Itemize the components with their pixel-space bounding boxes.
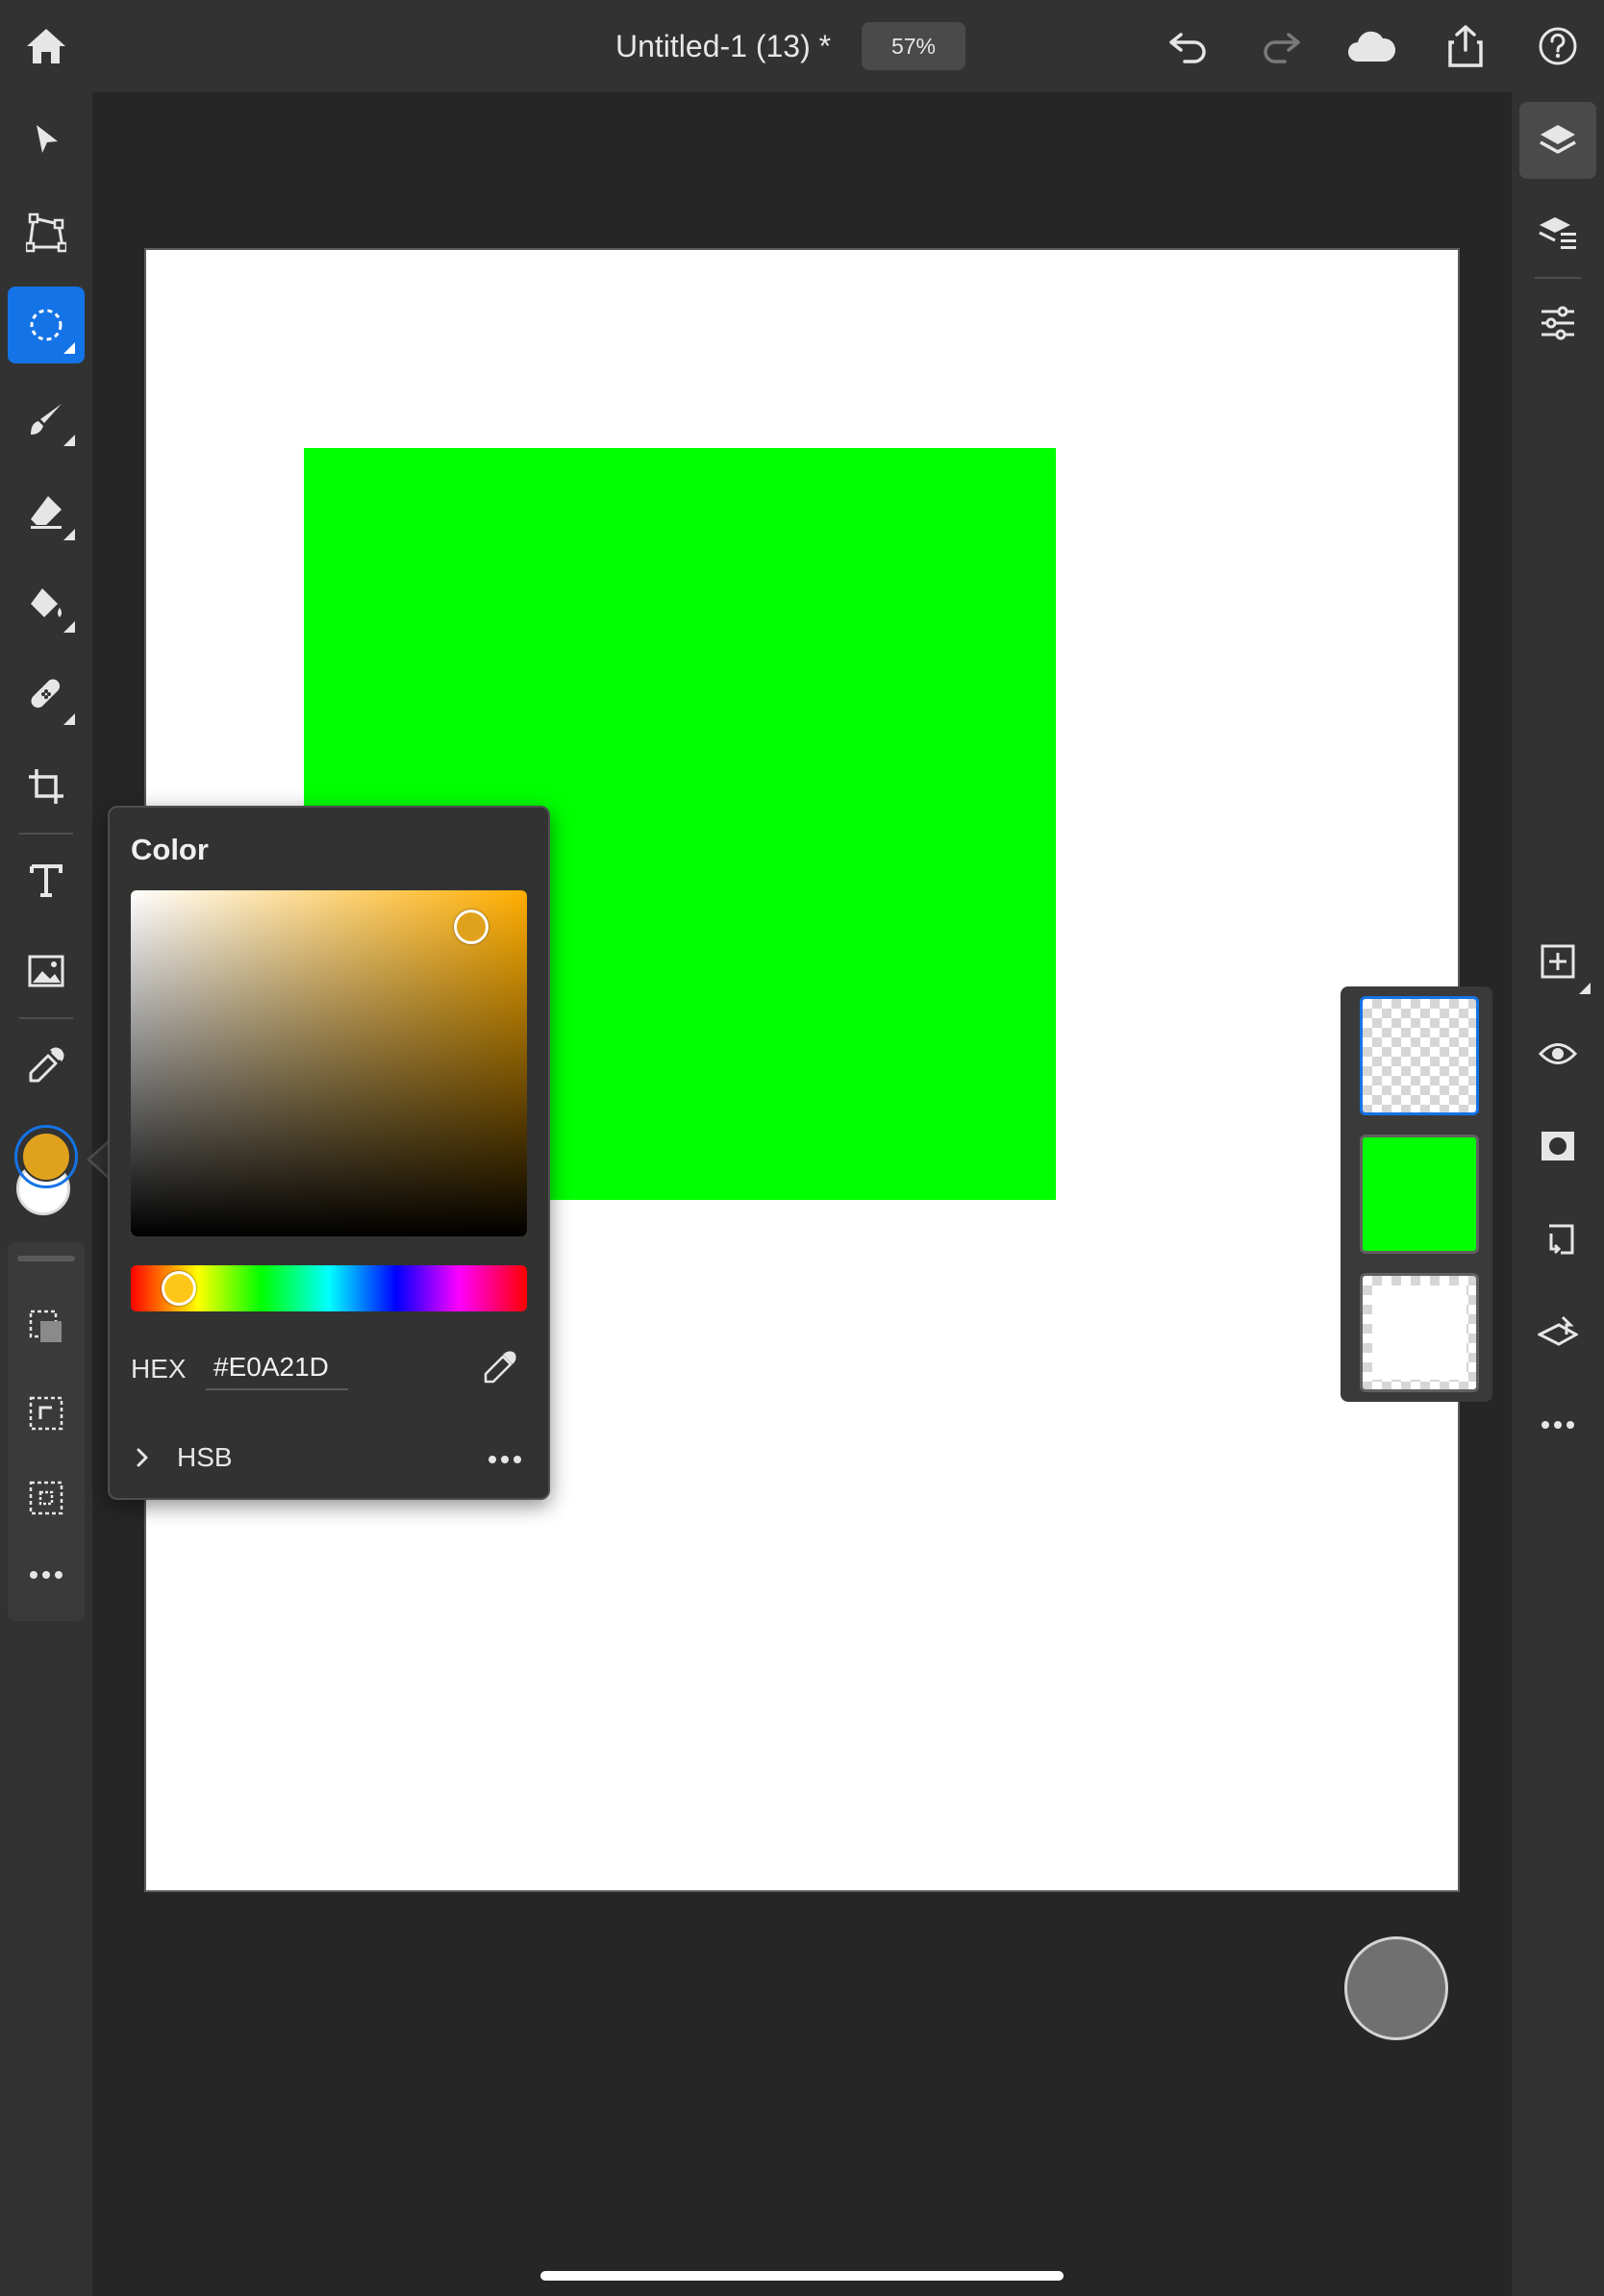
layer-thumbnail-white-fill [1372,1285,1466,1380]
drag-grip[interactable] [17,1256,75,1261]
toolbar-separator [19,833,73,835]
eyedropper-icon[interactable] [23,1042,69,1088]
popover-arrow-inner [90,1142,110,1177]
eyedropper-icon[interactable] [479,1346,521,1388]
more-icon[interactable] [23,1556,69,1594]
hue-slider-handle[interactable] [162,1271,196,1306]
foreground-color-fill [21,1132,71,1182]
layer-thumbnail-transparent[interactable] [1360,996,1479,1115]
chevron-right-icon[interactable] [127,1438,158,1477]
visibility-eye-icon[interactable] [1535,1031,1581,1077]
home-indicator [540,2271,1064,2281]
hex-input[interactable]: #E0A21D [206,1346,348,1390]
corner-flyout-icon [62,527,77,542]
hue-slider[interactable] [131,1265,527,1311]
share-icon[interactable] [1441,19,1491,73]
layer-thumbnail-green[interactable] [1360,1135,1479,1254]
refine-edge-icon[interactable] [23,1390,69,1436]
help-icon[interactable] [1533,21,1583,71]
transform-icon[interactable] [23,210,69,256]
select-subject-icon[interactable] [23,1304,69,1350]
color-panel-title: Color [131,833,209,866]
touch-modifier-button[interactable] [1344,1936,1448,2040]
more-icon[interactable] [481,1442,529,1477]
layer-mask-icon[interactable] [1535,1123,1581,1169]
home-icon[interactable] [19,21,73,71]
layers-icon-active[interactable] [1519,102,1596,179]
zoom-level-button[interactable]: 57% [862,22,965,70]
cloud-icon[interactable] [1344,21,1398,71]
adjustments-icon[interactable] [1535,300,1581,346]
modify-selection-icon[interactable] [23,1475,69,1521]
more-layer-options-icon[interactable] [1535,1406,1581,1444]
undo-icon[interactable] [1164,21,1214,71]
corner-flyout-icon [62,619,77,635]
layer-properties-icon[interactable] [1535,210,1581,256]
hex-label: HEX [131,1354,187,1384]
color-panel: Color HEX #E0A21D HSB [108,806,550,1500]
redo-icon[interactable] [1256,21,1306,71]
corner-flyout-icon [62,711,77,727]
place-image-icon[interactable] [23,948,69,994]
add-layer-icon[interactable] [1535,938,1581,985]
layer-thumbnail-white[interactable] [1360,1273,1479,1392]
corner-flyout-icon [1577,981,1592,996]
right-toolbar [1512,92,1604,2296]
move-icon[interactable] [23,117,69,163]
toolbar-separator [19,1017,73,1019]
corner-flyout-icon [62,433,77,448]
document-title[interactable]: Untitled-1 (13) * [615,25,831,67]
color-mode-hsb[interactable]: HSB [177,1442,233,1473]
crop-icon[interactable] [23,763,69,810]
layers-thumbnail-panel [1341,986,1492,1402]
type-icon[interactable] [23,858,69,904]
saturation-brightness-picker[interactable] [131,890,527,1236]
corner-flyout-icon [62,340,77,356]
right-toolbar-separator [1535,277,1581,279]
healing-icon[interactable] [23,671,69,717]
clipping-mask-icon[interactable] [1535,1217,1581,1263]
saturation-brightness-handle[interactable] [454,910,489,944]
merge-layers-icon[interactable] [1535,1310,1581,1356]
foreground-color-swatch[interactable] [14,1125,78,1188]
